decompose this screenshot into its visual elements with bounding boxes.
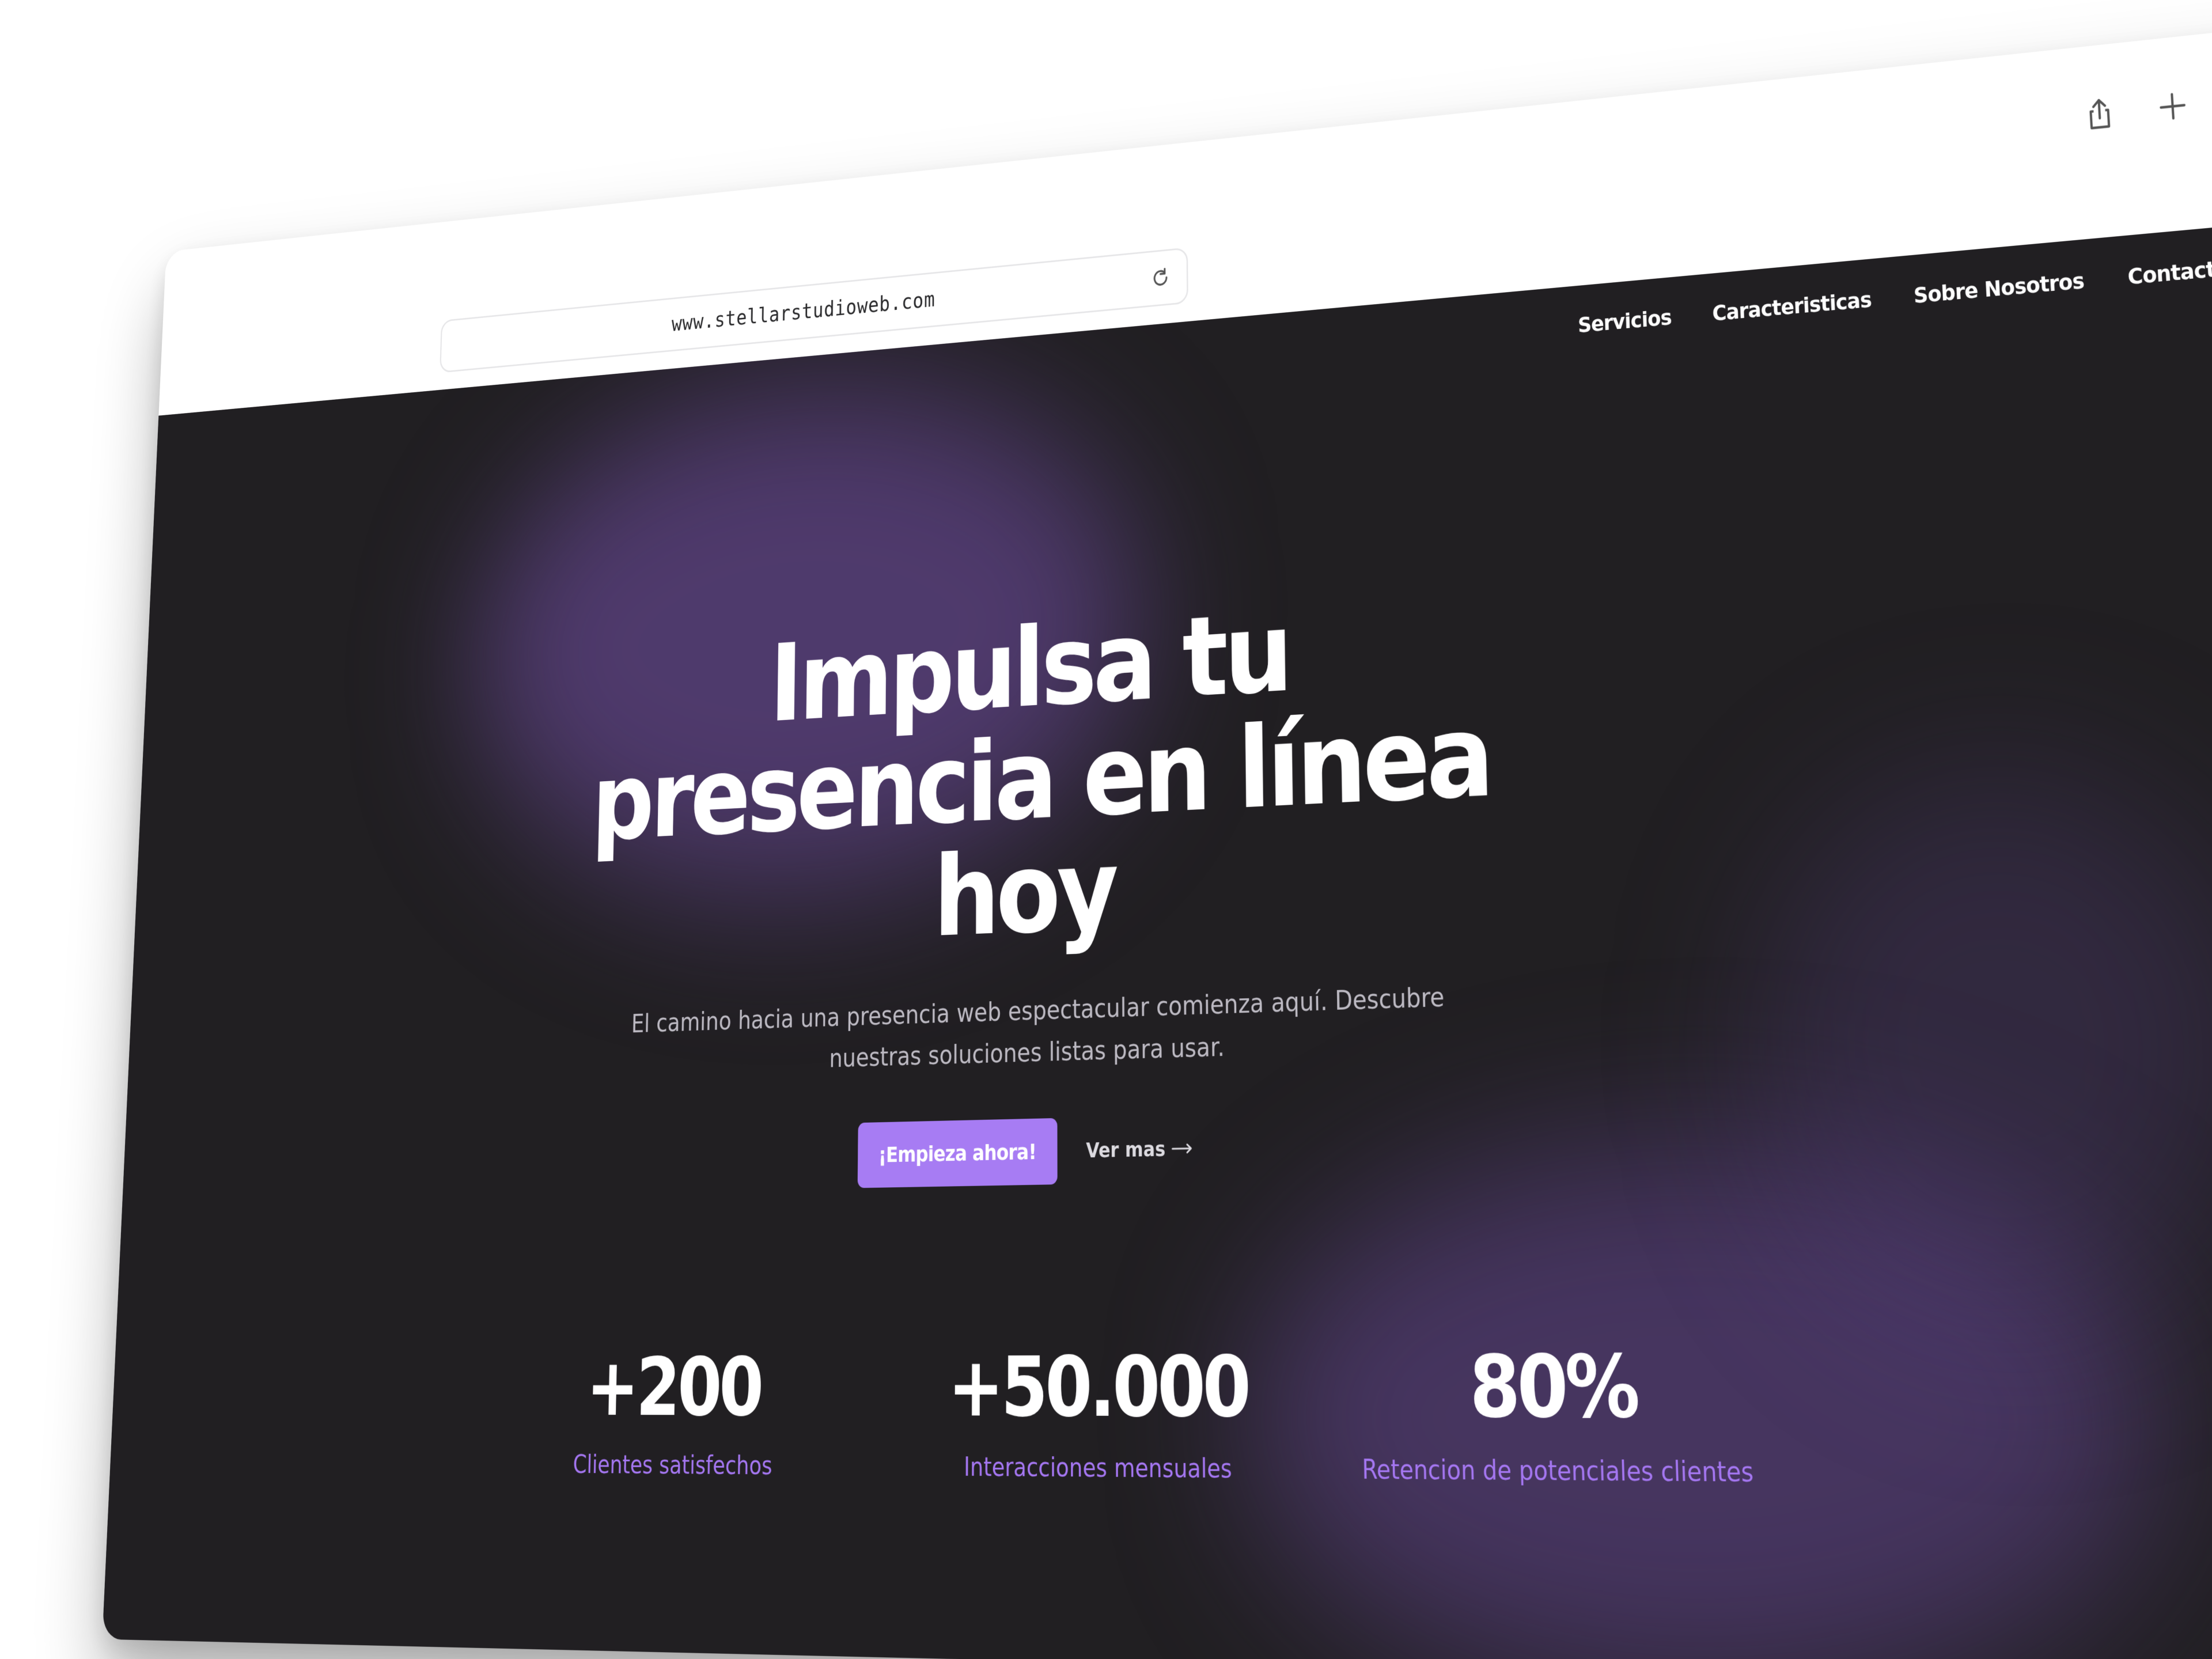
- stat-item: +50.000 Interacciones mensuales: [904, 1339, 1296, 1485]
- stat-value: +200: [585, 1341, 762, 1435]
- stat-label: Retencion de potenciales clientes: [1362, 1454, 1755, 1488]
- nav-item-caracteristicas[interactable]: Caracteristicas: [1712, 287, 1872, 325]
- hero-subtitle: El camino hacia una presencia web espect…: [631, 981, 1445, 1074]
- reload-icon[interactable]: [1150, 266, 1171, 291]
- see-more-link[interactable]: Ver mas: [1086, 1137, 1194, 1162]
- browser-window: www.stellarstudioweb.com Servicios Carac…: [102, 23, 2212, 1659]
- cta-row: ¡Empieza ahora! Ver mas: [544, 1107, 1547, 1194]
- stat-label: Interacciones mensuales: [964, 1452, 1233, 1484]
- stat-value: 80%: [1468, 1337, 1638, 1438]
- share-icon[interactable]: [2081, 94, 2118, 134]
- new-tab-plus-icon[interactable]: [2154, 86, 2191, 126]
- nav-item-servicios[interactable]: Servicios: [1577, 305, 1672, 338]
- website-page: Servicios Caracteristicas Sobre Nosotros…: [102, 218, 2212, 1659]
- nav-item-sobre-nosotros[interactable]: Sobre Nosotros: [1913, 268, 2085, 308]
- stat-value: +50.000: [948, 1339, 1249, 1437]
- stat-item: +200 Clientes satisfechos: [493, 1342, 858, 1482]
- nav-item-contactanos[interactable]: Contactanos: [2127, 252, 2212, 290]
- hero-section: Impulsa tu presencia en línea hoy El cam…: [544, 579, 1547, 1194]
- screenshot-stage: www.stellarstudioweb.com Servicios Carac…: [0, 0, 2212, 1659]
- toolbar-actions: [2081, 79, 2212, 134]
- arrow-right-icon: [1171, 1141, 1194, 1156]
- url-text: www.stellarstudioweb.com: [671, 287, 935, 336]
- start-now-button[interactable]: ¡Empieza ahora!: [858, 1118, 1058, 1188]
- stat-item: 80% Retencion de potenciales clientes: [1344, 1338, 1771, 1488]
- stats-section: +200 Clientes satisfechos +50.000 Intera…: [493, 1338, 1771, 1488]
- hero-title: Impulsa tu presencia en línea hoy: [590, 587, 1492, 963]
- stat-label: Clientes satisfechos: [573, 1450, 772, 1481]
- see-more-label: Ver mas: [1086, 1137, 1166, 1162]
